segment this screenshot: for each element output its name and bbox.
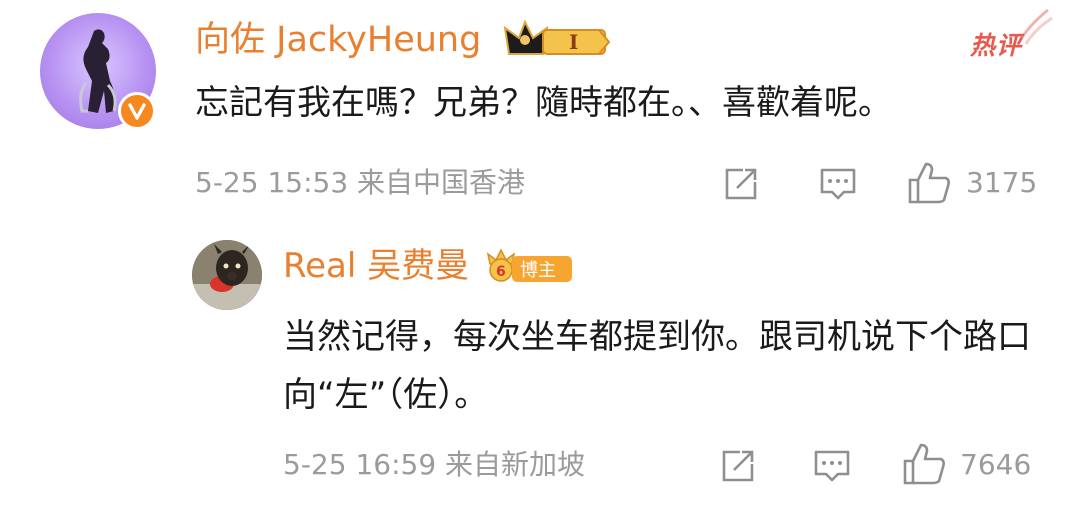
like-icon[interactable]	[901, 441, 947, 487]
comment-icon[interactable]	[812, 446, 852, 486]
comment-source: 来自中国香港	[357, 166, 526, 199]
comment-icon[interactable]	[818, 164, 858, 204]
svg-text:I: I	[569, 30, 578, 54]
crown-icon: I	[503, 19, 611, 55]
reply-source: 来自新加坡	[445, 448, 586, 481]
reply-username[interactable]: Real 吴费曼	[283, 244, 469, 288]
blogger-badge[interactable]: 6 博主	[486, 246, 576, 288]
svg-text:6: 6	[496, 264, 506, 280]
comment-meta: 5-25 15:53 来自中国香港	[195, 165, 525, 201]
blogger-badge-label: 博主	[520, 260, 556, 281]
reply-meta: 5-25 16:59 来自新加坡	[283, 447, 585, 483]
reply-date: 5-25 16:59	[283, 448, 437, 481]
comment-date: 5-25 15:53	[195, 166, 349, 199]
share-icon[interactable]	[718, 446, 758, 486]
reply-text: 当然记得，每次坐车都提到你。跟司机说下个路口向“左”（佐）。	[283, 317, 1031, 415]
like-icon[interactable]	[906, 160, 952, 206]
reply-avatar[interactable]	[192, 240, 262, 310]
comment-username[interactable]: 向佐 JackyHeung	[195, 18, 481, 62]
like-count: 3175	[966, 166, 1038, 199]
like-count: 7646	[960, 448, 1032, 481]
comment-text: 忘記有我在嗎？兄弟？隨時都在。、喜歡着呢。	[195, 83, 892, 123]
membership-crown-badge[interactable]: I	[503, 16, 613, 64]
hot-comment-label: 热评	[970, 31, 1023, 60]
verified-badge-icon	[118, 92, 156, 130]
dog-avatar-icon	[192, 240, 262, 310]
share-icon[interactable]	[721, 164, 761, 204]
